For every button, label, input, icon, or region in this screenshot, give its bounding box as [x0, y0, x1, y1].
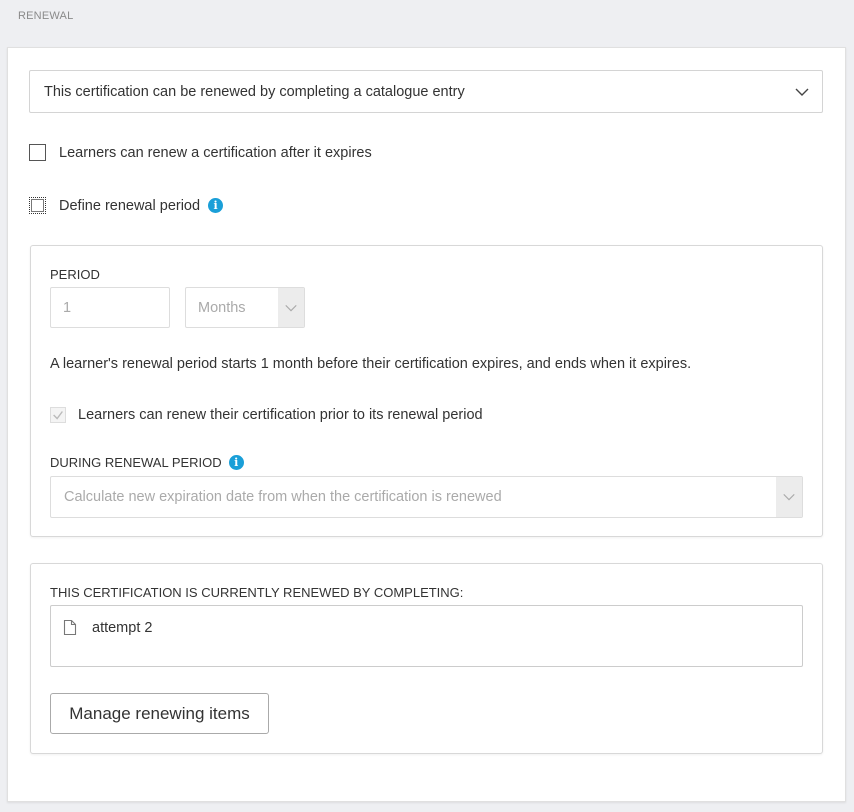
period-description: A learner's renewal period starts 1 mont… — [50, 356, 692, 372]
prior-renewal-checkbox[interactable] — [50, 407, 66, 423]
period-value: 1 — [63, 299, 72, 316]
define-period-label: Define renewal period — [59, 197, 201, 214]
during-renewal-label: DURING RENEWAL PERIOD i — [50, 455, 244, 470]
after-expiry-label: Learners can renew a certification after… — [59, 144, 372, 161]
section-label: RENEWAL — [18, 10, 74, 22]
during-renewal-arrow — [776, 477, 802, 517]
renewing-items-list: attempt 2 — [50, 605, 803, 667]
item-name: attempt 2 — [92, 619, 153, 636]
renewal-method-select[interactable]: This certification can be renewed by com… — [29, 70, 823, 113]
renewal-method-value: This certification can be renewed by com… — [44, 83, 465, 100]
during-renewal-text: DURING RENEWAL PERIOD — [50, 455, 222, 470]
period-value-input[interactable]: 1 — [50, 287, 170, 328]
period-unit-value: Months — [198, 299, 246, 316]
info-icon[interactable]: i — [208, 198, 224, 213]
period-unit-select[interactable]: Months — [185, 287, 305, 328]
period-panel: PERIOD 1 Months A learner's renewal peri… — [30, 245, 823, 537]
prior-renewal-option: Learners can renew their certification p… — [50, 407, 483, 423]
prior-renewal-label: Learners can renew their certification p… — [78, 407, 483, 423]
after-expiry-option: Learners can renew a certification after… — [29, 144, 372, 161]
chevron-down-icon — [285, 304, 297, 311]
list-item[interactable]: attempt 2 — [63, 619, 152, 636]
manage-renewing-items-button[interactable]: Manage renewing items — [50, 693, 269, 734]
check-icon — [53, 411, 63, 420]
during-renewal-value: Calculate new expiration date from when … — [64, 489, 502, 505]
renewal-card: This certification can be renewed by com… — [7, 47, 846, 802]
renewing-items-label: THIS CERTIFICATION IS CURRENTLY RENEWED … — [50, 585, 464, 600]
define-period-option: Define renewal period i — [29, 197, 224, 214]
period-unit-arrow — [278, 288, 304, 327]
period-label: PERIOD — [50, 267, 100, 282]
document-icon — [63, 619, 77, 636]
info-icon[interactable]: i — [228, 455, 244, 470]
define-period-checkbox[interactable] — [29, 197, 46, 214]
during-renewal-select[interactable]: Calculate new expiration date from when … — [50, 476, 803, 518]
after-expiry-checkbox[interactable] — [29, 144, 46, 161]
chevron-down-icon — [795, 88, 809, 96]
chevron-down-icon — [783, 493, 795, 501]
renewing-items-panel: THIS CERTIFICATION IS CURRENTLY RENEWED … — [30, 563, 823, 754]
